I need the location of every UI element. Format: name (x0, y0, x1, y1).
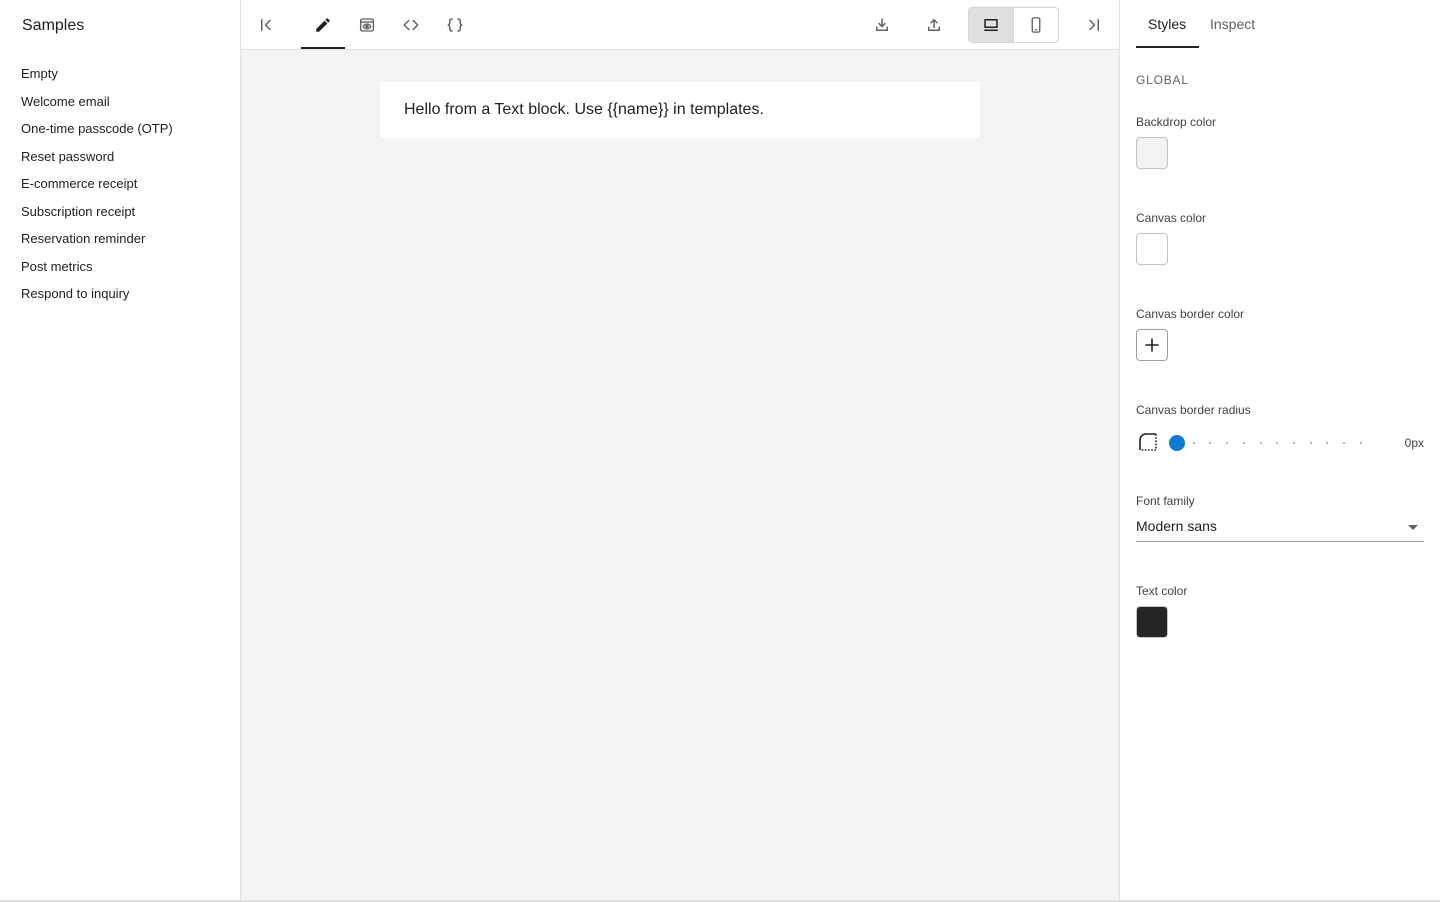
slider-tick (1343, 442, 1345, 444)
download-icon (876, 18, 888, 31)
desktop-icon (984, 19, 998, 31)
upload-icon (928, 19, 940, 31)
border-radius-slider-track[interactable] (1176, 442, 1378, 444)
font-family-select[interactable]: Modern sans (1136, 512, 1424, 542)
sample-item-welcome-email[interactable]: Welcome email (0, 88, 240, 116)
border-radius-value: 0px (1404, 436, 1424, 450)
editor-toolbar (241, 0, 1119, 50)
slider-tick (1326, 442, 1329, 444)
sample-item-respond-to-inquiry[interactable]: Respond to inquiry (0, 280, 240, 308)
email-canvas-area: Hello from a Text block. Use {{name}} in… (241, 50, 1119, 900)
mobile-icon (1031, 17, 1041, 33)
border-radius-icon (1139, 433, 1157, 451)
text-block[interactable]: Hello from a Text block. Use {{name}} in… (380, 82, 980, 138)
collapse-left-button[interactable] (250, 8, 284, 42)
slider-tick (1292, 442, 1295, 444)
collapse-right-button[interactable] (1076, 8, 1110, 42)
text-color-swatch[interactable] (1136, 606, 1168, 638)
slider-tick (1309, 442, 1312, 444)
inspector-tabs: Styles Inspect (1120, 0, 1440, 49)
slider-tick (1242, 442, 1245, 444)
tab-edit[interactable] (306, 8, 340, 42)
sample-item-otp[interactable]: One-time passcode (OTP) (0, 115, 240, 143)
backdrop-color-label: Backdrop color (1136, 115, 1217, 129)
sample-item-subscription-receipt[interactable]: Subscription receipt (0, 198, 240, 226)
device-view-toggle (968, 7, 1059, 43)
sample-item-reservation-reminder[interactable]: Reservation reminder (0, 225, 240, 253)
font-family-label: Font family (1136, 494, 1195, 508)
canvas-color-swatch[interactable] (1136, 233, 1168, 265)
tab-html[interactable] (394, 8, 428, 42)
samples-sidebar: Samples Empty Welcome email One-time pas… (0, 0, 241, 900)
slider-tick (1359, 442, 1362, 444)
sample-list: Empty Welcome email One-time passcode (O… (0, 60, 240, 308)
canvas-border-radius-label: Canvas border radius (1136, 403, 1251, 417)
inspector-tab-indicator (1136, 46, 1199, 48)
tab-json[interactable] (438, 8, 472, 42)
slider-tick (1276, 442, 1279, 444)
sample-item-post-metrics[interactable]: Post metrics (0, 253, 240, 281)
slider-tick (1192, 442, 1195, 444)
mobile-view-button[interactable] (1013, 8, 1058, 42)
chevron-down-icon (1408, 525, 1418, 530)
section-heading-global: GLOBAL (1136, 73, 1189, 87)
collapse-right-icon (1089, 19, 1099, 31)
json-braces-icon (447, 18, 463, 32)
tab-styles[interactable]: Styles (1148, 16, 1186, 33)
text-color-label: Text color (1136, 584, 1188, 598)
tab-inspect[interactable]: Inspect (1210, 16, 1255, 33)
add-border-color-button[interactable] (1136, 329, 1168, 361)
canvas-border-color-label: Canvas border color (1136, 307, 1245, 321)
desktop-view-button[interactable] (969, 8, 1013, 42)
edit-pencil-icon (316, 18, 330, 32)
preview-eye-icon (359, 18, 375, 32)
collapse-left-icon (261, 19, 271, 31)
slider-tick (1226, 442, 1229, 444)
canvas-color-label: Canvas color (1136, 211, 1207, 225)
backdrop-color-swatch[interactable] (1136, 137, 1168, 169)
html-code-icon (403, 19, 419, 31)
download-button[interactable] (865, 8, 899, 42)
font-family-value: Modern sans (1136, 518, 1217, 534)
sample-item-ecommerce-receipt[interactable]: E-commerce receipt (0, 170, 240, 198)
plus-icon (1145, 338, 1159, 352)
slider-tick (1209, 442, 1212, 444)
active-tab-indicator (301, 47, 345, 49)
sample-item-empty[interactable]: Empty (0, 60, 240, 88)
border-radius-slider-thumb[interactable] (1169, 435, 1185, 451)
upload-button[interactable] (917, 8, 951, 42)
inspector-panel: Styles Inspect GLOBAL Backdrop color Can… (1119, 0, 1440, 900)
slider-tick (1259, 442, 1262, 444)
sample-item-reset-password[interactable]: Reset password (0, 143, 240, 171)
sidebar-title: Samples (22, 17, 85, 34)
tab-preview[interactable] (350, 8, 384, 42)
